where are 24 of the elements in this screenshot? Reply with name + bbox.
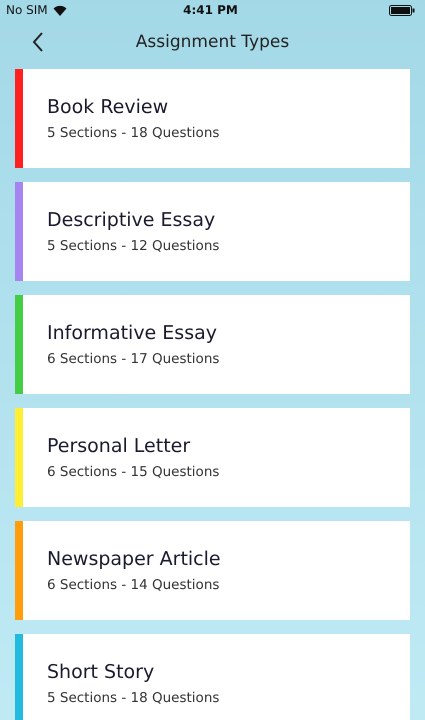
battery-icon xyxy=(388,4,415,16)
assignment-title: Newspaper Article xyxy=(47,548,221,570)
assignment-card[interactable]: Book Review 5 Sections - 18 Questions xyxy=(15,69,410,168)
screen-title: Assignment Types xyxy=(136,32,290,52)
assignment-title: Book Review xyxy=(47,96,170,118)
assignment-title: Short Story xyxy=(47,661,156,683)
assignment-card[interactable]: Personal Letter 6 Sections - 15 Questions xyxy=(15,408,410,507)
assignment-details: 5 Sections - 12 Questions xyxy=(47,238,220,254)
assignment-title: Descriptive Essay xyxy=(47,209,216,231)
assignment-title: Personal Letter xyxy=(47,435,192,457)
assignment-details: 6 Sections - 14 Questions xyxy=(47,577,220,593)
assignment-details: 5 Sections - 18 Questions xyxy=(47,690,220,706)
status-time: 4:41 PM xyxy=(183,3,238,17)
assignment-card[interactable]: Descriptive Essay 5 Sections - 12 Questions xyxy=(15,182,410,281)
assignment-details: 5 Sections - 18 Questions xyxy=(47,125,220,141)
assignment-card[interactable]: Informative Essay 6 Sections - 17 Questions xyxy=(15,295,410,394)
assignment-details: 6 Sections - 15 Questions xyxy=(47,464,220,480)
assignment-card[interactable]: Newspaper Article 6 Sections - 14 Questions xyxy=(15,521,410,620)
back-icon[interactable] xyxy=(32,32,44,52)
assignment-card[interactable]: Short Story 5 Sections - 18 Questions xyxy=(15,634,410,720)
assignment-details: 6 Sections - 17 Questions xyxy=(47,351,220,367)
assignment-title: Informative Essay xyxy=(47,322,218,344)
carrier-text: No SIM xyxy=(6,3,48,17)
wifi-icon xyxy=(52,4,67,16)
